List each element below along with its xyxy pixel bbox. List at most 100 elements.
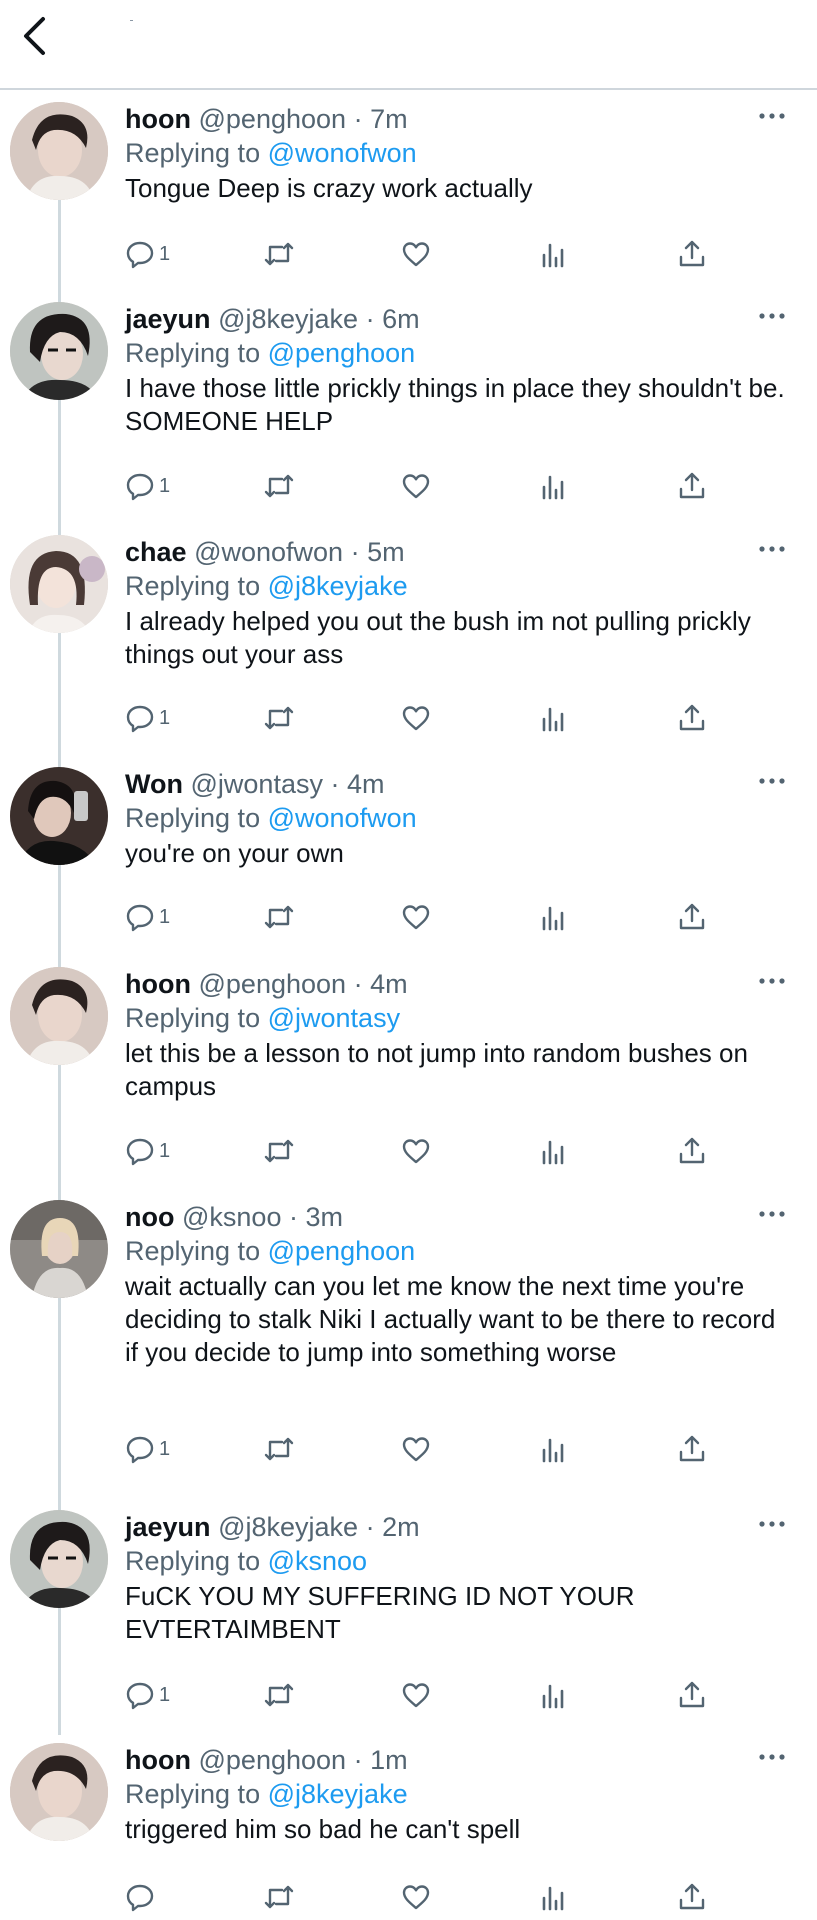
timestamp[interactable]: 4m <box>370 969 408 999</box>
timestamp[interactable]: 1m <box>370 1745 408 1775</box>
username[interactable]: @penghoon <box>199 104 347 134</box>
reply-button[interactable]: 1 <box>125 1131 170 1171</box>
like-button[interactable] <box>401 1131 431 1171</box>
username[interactable]: @j8keyjake <box>218 304 358 334</box>
more-options-button[interactable] <box>755 1747 789 1767</box>
like-button[interactable] <box>401 466 431 506</box>
avatar[interactable] <box>10 1510 108 1608</box>
like-button[interactable] <box>401 897 431 937</box>
username[interactable]: @penghoon <box>199 969 347 999</box>
more-options-button[interactable] <box>755 771 789 791</box>
reply-mention-link[interactable]: @penghoon <box>268 338 416 368</box>
more-options-button[interactable] <box>755 1514 789 1534</box>
avatar[interactable] <box>10 302 108 400</box>
reply-button[interactable] <box>125 1877 159 1917</box>
display-name[interactable]: Won <box>125 769 183 799</box>
display-name[interactable]: chae <box>125 537 187 567</box>
display-name[interactable]: jaeyun <box>125 1512 211 1542</box>
views-button[interactable] <box>539 1429 567 1469</box>
reply-mention-link[interactable]: @wonofwon <box>268 803 417 833</box>
display-name[interactable]: hoon <box>125 104 191 134</box>
like-button[interactable] <box>401 234 431 274</box>
avatar[interactable] <box>10 535 108 633</box>
timestamp[interactable]: 6m <box>382 304 420 334</box>
share-button[interactable] <box>677 1877 707 1917</box>
username[interactable]: @j8keyjake <box>218 1512 358 1542</box>
tweet-actions: 1 <box>125 1131 745 1171</box>
more-options-button[interactable] <box>755 306 789 326</box>
reply-mention-link[interactable]: @j8keyjake <box>268 1779 408 1809</box>
retweet-button[interactable] <box>263 466 295 506</box>
reply-button[interactable]: 1 <box>125 698 170 738</box>
timestamp[interactable]: 4m <box>347 769 385 799</box>
tweet-content: Won @jwontasy · 4m Replying to @wonofwon… <box>125 767 790 870</box>
avatar[interactable] <box>10 1200 108 1298</box>
tweet-content: noo @ksnoo · 3m Replying to @penghoon wa… <box>125 1200 790 1369</box>
reply-button[interactable]: 1 <box>125 897 170 937</box>
views-button[interactable] <box>539 1131 567 1171</box>
like-button[interactable] <box>401 1877 431 1917</box>
display-name[interactable]: hoon <box>125 1745 191 1775</box>
views-button[interactable] <box>539 1675 567 1715</box>
username[interactable]: @penghoon <box>199 1745 347 1775</box>
retweet-button[interactable] <box>263 897 295 937</box>
reply-mention-link[interactable]: @j8keyjake <box>268 571 408 601</box>
share-button[interactable] <box>677 698 707 738</box>
timestamp[interactable]: 3m <box>306 1202 344 1232</box>
retweet-button[interactable] <box>263 1429 295 1469</box>
reply-button[interactable]: 1 <box>125 1675 170 1715</box>
username[interactable]: @jwontasy <box>191 769 323 799</box>
separator: · <box>365 1512 375 1542</box>
timestamp[interactable]: 5m <box>367 537 405 567</box>
views-button[interactable] <box>539 897 567 937</box>
display-name[interactable]: hoon <box>125 969 191 999</box>
more-options-button[interactable] <box>755 539 789 559</box>
share-button[interactable] <box>677 1131 707 1171</box>
username[interactable]: @wonofwon <box>194 537 343 567</box>
retweet-button[interactable] <box>263 1675 295 1715</box>
display-name[interactable]: jaeyun <box>125 304 211 334</box>
retweet-button[interactable] <box>263 698 295 738</box>
share-button[interactable] <box>677 1675 707 1715</box>
views-button[interactable] <box>539 698 567 738</box>
more-options-button[interactable] <box>755 106 789 126</box>
views-button[interactable] <box>539 466 567 506</box>
replying-to: Replying to @jwontasy <box>125 1001 790 1035</box>
more-options-button[interactable] <box>755 971 789 991</box>
retweet-button[interactable] <box>263 1131 295 1171</box>
reply-mention-link[interactable]: @penghoon <box>268 1236 416 1266</box>
more-options-button[interactable] <box>755 1204 789 1224</box>
retweet-button[interactable] <box>263 234 295 274</box>
views-button[interactable] <box>539 234 567 274</box>
tweet-header: jaeyun @j8keyjake · 6m <box>125 302 790 336</box>
like-button[interactable] <box>401 1429 431 1469</box>
reply-button[interactable]: 1 <box>125 466 170 506</box>
retweet-icon <box>264 1885 294 1909</box>
share-button[interactable] <box>677 466 707 506</box>
timestamp[interactable]: 7m <box>370 104 408 134</box>
username[interactable]: @ksnoo <box>182 1202 281 1232</box>
like-button[interactable] <box>401 698 431 738</box>
reply-button[interactable]: 1 <box>125 234 170 274</box>
tweet-content: chae @wonofwon · 5m Replying to @j8keyja… <box>125 535 790 671</box>
tweet-header: chae @wonofwon · 5m <box>125 535 790 569</box>
share-button[interactable] <box>677 234 707 274</box>
share-button[interactable] <box>677 897 707 937</box>
avatar[interactable] <box>10 967 108 1065</box>
avatar[interactable] <box>10 767 108 865</box>
like-button[interactable] <box>401 1675 431 1715</box>
views-button[interactable] <box>539 1877 567 1917</box>
avatar[interactable] <box>10 1743 108 1841</box>
avatar[interactable] <box>10 102 108 200</box>
back-button[interactable] <box>14 12 54 60</box>
reply-button[interactable]: 1 <box>125 1429 170 1469</box>
bar-chart-icon <box>542 1140 564 1165</box>
tweet-actions: 1 <box>125 1675 745 1715</box>
reply-mention-link[interactable]: @jwontasy <box>268 1003 400 1033</box>
timestamp[interactable]: 2m <box>382 1512 420 1542</box>
reply-mention-link[interactable]: @wonofwon <box>268 138 417 168</box>
retweet-button[interactable] <box>263 1877 295 1917</box>
reply-mention-link[interactable]: @ksnoo <box>268 1546 367 1576</box>
share-button[interactable] <box>677 1429 707 1469</box>
display-name[interactable]: noo <box>125 1202 174 1232</box>
